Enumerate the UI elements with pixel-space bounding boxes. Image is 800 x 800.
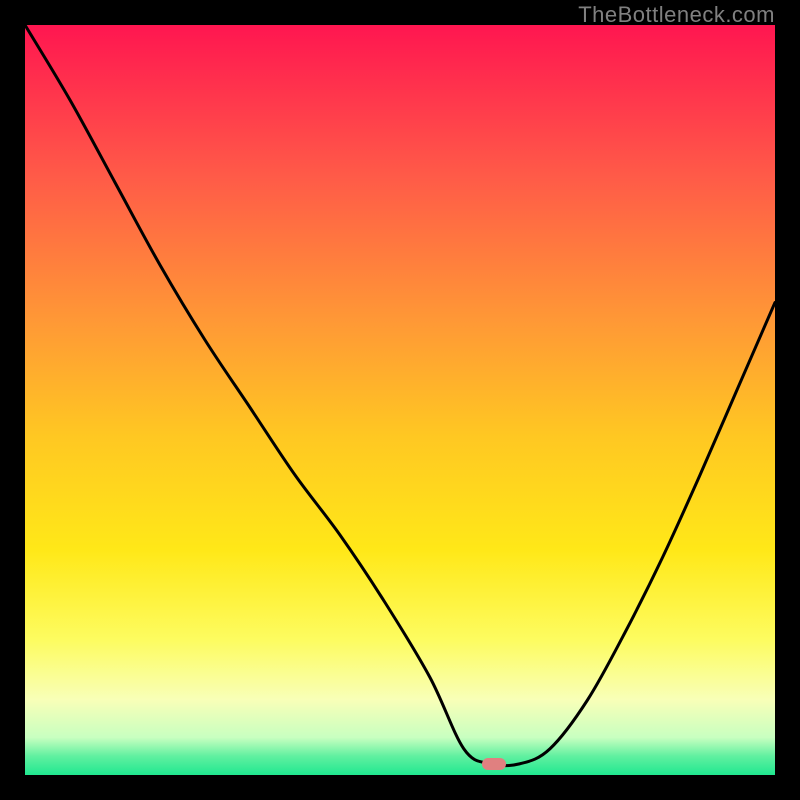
optimal-marker (482, 758, 506, 770)
gradient-background (25, 25, 775, 775)
watermark-text: TheBottleneck.com (578, 2, 775, 28)
plot-area (25, 25, 775, 775)
chart-container: TheBottleneck.com (0, 0, 800, 800)
